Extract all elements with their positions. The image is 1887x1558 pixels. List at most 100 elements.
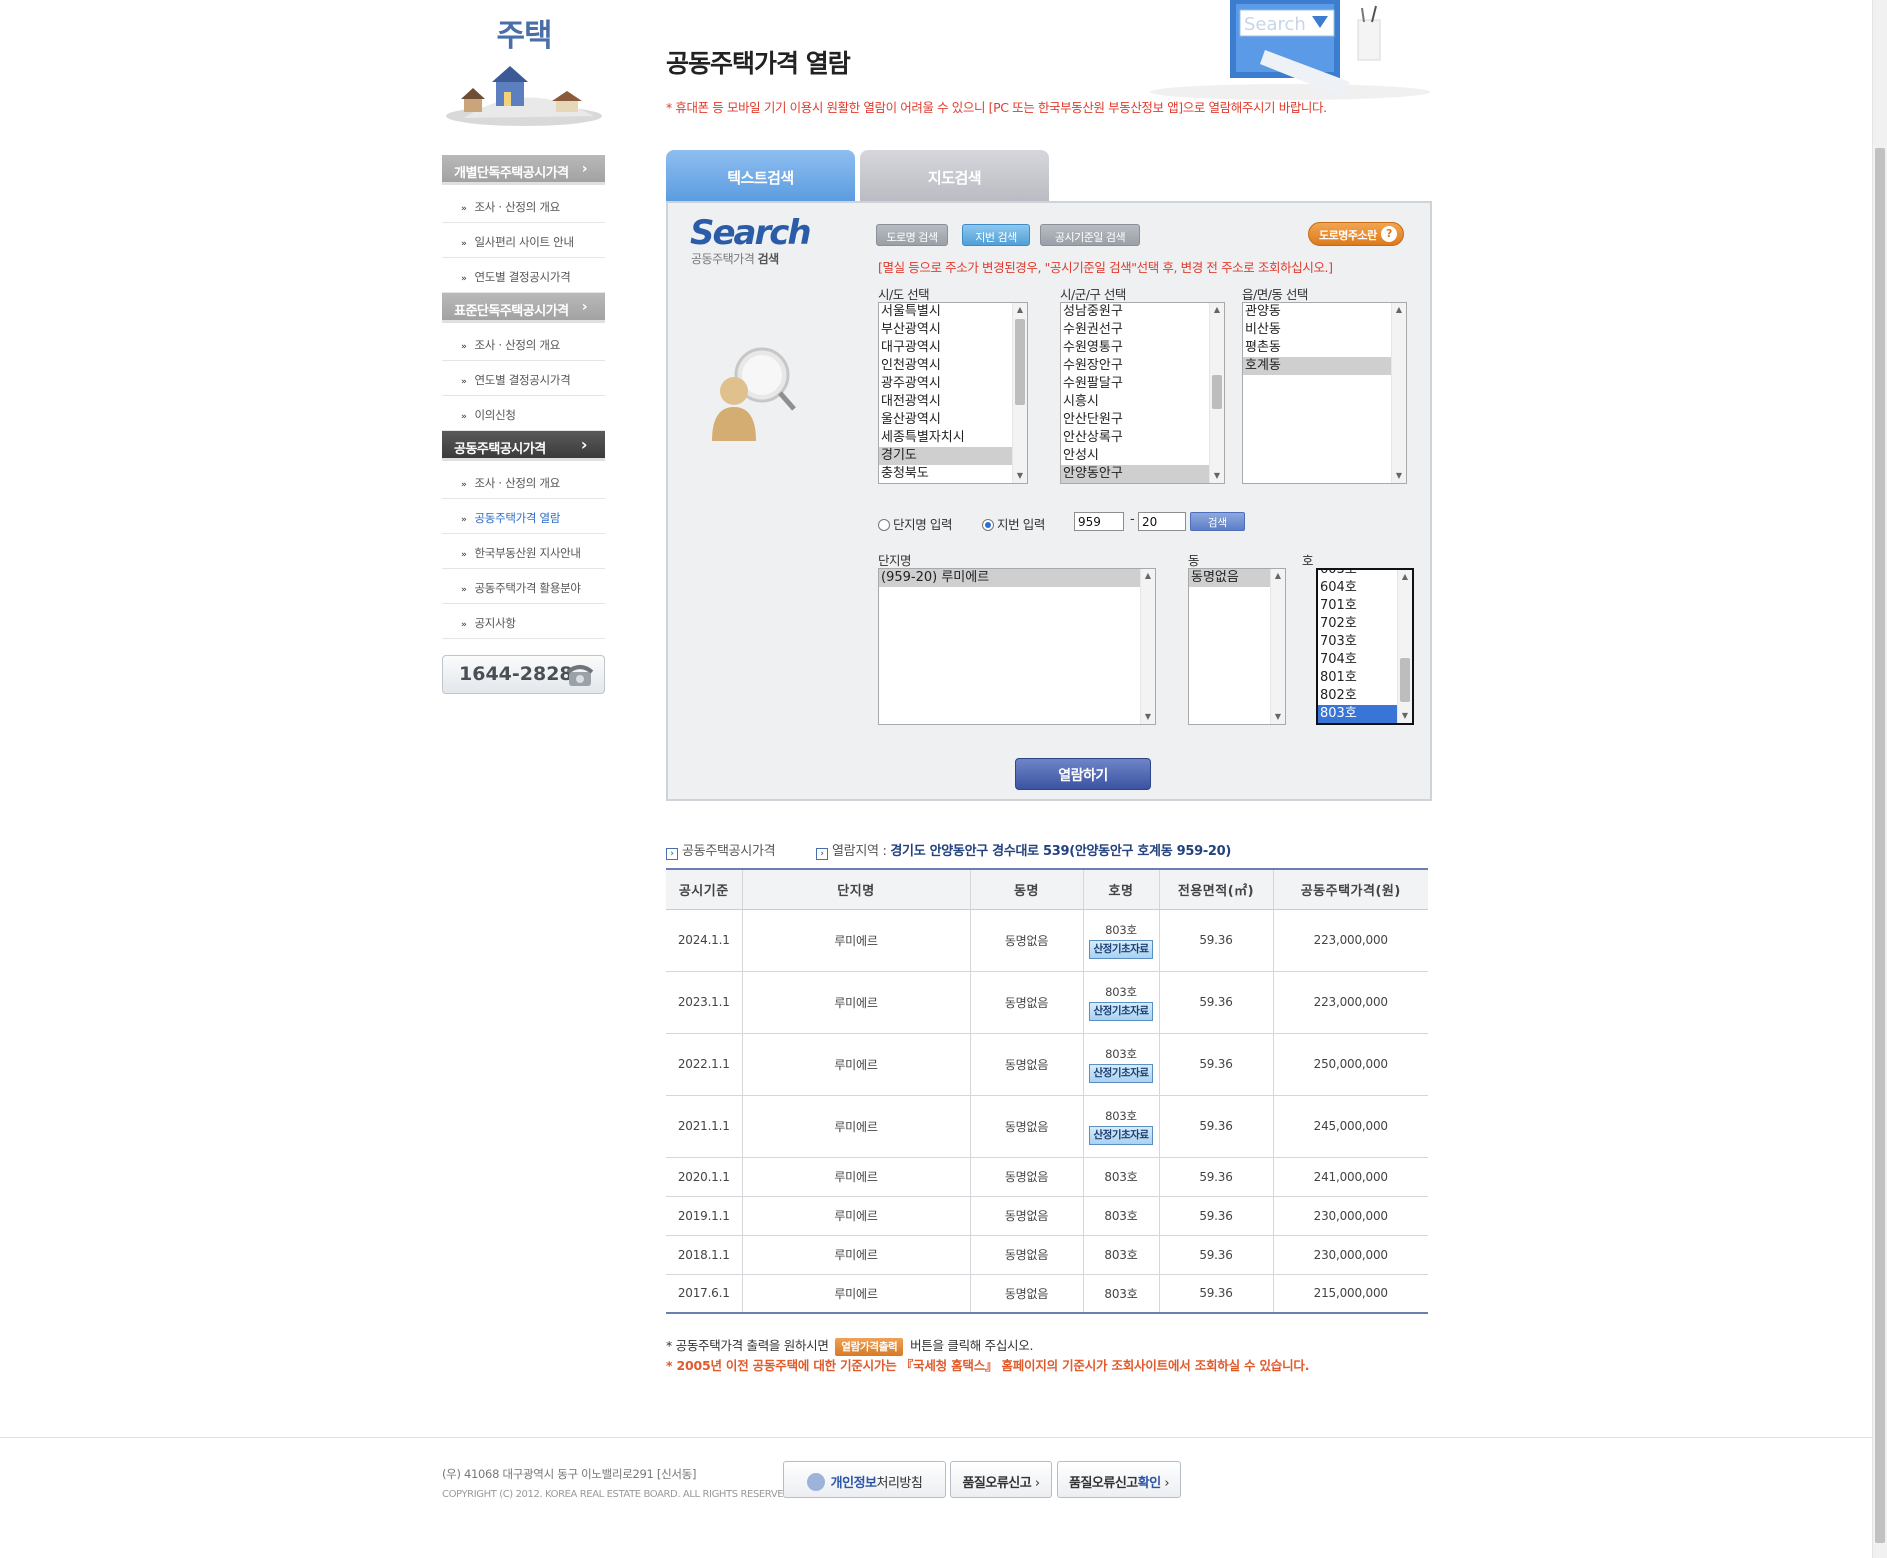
quality-error-check-button[interactable]: 품질오류신고확인 › bbox=[1057, 1461, 1181, 1498]
jibun-sub-input[interactable]: 20 bbox=[1138, 512, 1186, 531]
scroll-down-icon[interactable]: ▼ bbox=[1392, 469, 1406, 483]
sido-option[interactable]: 충청북도 bbox=[879, 465, 1027, 483]
scroll-down-icon[interactable]: ▼ bbox=[1398, 709, 1412, 723]
scrollbar-thumb[interactable] bbox=[1212, 375, 1222, 409]
sigungu-option[interactable]: 안양동안구 bbox=[1061, 465, 1224, 483]
view-price-button[interactable]: 열람하기 bbox=[1015, 758, 1151, 790]
cell-dong: 동명없음 bbox=[969, 1095, 1083, 1158]
sigungu-option[interactable]: 수원권선구 bbox=[1061, 321, 1224, 339]
scrollbar-thumb[interactable] bbox=[1015, 319, 1025, 405]
scroll-up-icon[interactable]: ▲ bbox=[1013, 303, 1027, 317]
menu-standard-house-price[interactable]: 표준단독주택공시가격 › bbox=[442, 293, 605, 323]
sigungu-option[interactable]: 안성시 bbox=[1061, 447, 1224, 465]
sido-option[interactable]: 부산광역시 bbox=[879, 321, 1027, 339]
jibun-main-input[interactable]: 959 bbox=[1074, 512, 1124, 531]
building-select[interactable]: 동명없음 ▲ ▼ bbox=[1188, 568, 1286, 725]
radio-button-selected[interactable] bbox=[982, 519, 994, 531]
road-name-search-button[interactable]: 도로명 검색 bbox=[876, 224, 948, 246]
menu-item-apartment-overview[interactable]: » 조사 · 산정의 개요 bbox=[442, 464, 605, 499]
menu-item-ilsapyeonri-guide[interactable]: » 일사편리 사이트 안내 bbox=[442, 223, 605, 258]
dong-option[interactable]: 비산동 bbox=[1243, 321, 1406, 339]
sido-select[interactable]: 서울특별시 부산광역시 대구광역시 인천광역시 광주광역시 대전광역시 울산광역시 세종특별자… bbox=[878, 302, 1028, 484]
sido-option[interactable]: 경기도 bbox=[879, 447, 1027, 465]
jibun-search-submit[interactable]: 검색 bbox=[1190, 512, 1245, 531]
menu-item-apartment-price-view[interactable]: » 공동주택가격 열람 bbox=[442, 499, 605, 534]
unit-select[interactable]: 603호 604호 701호 702호 703호 704호 801호 802호 803호 ▲ ▼ bbox=[1316, 568, 1414, 725]
print-price-button[interactable]: 열람가격출력 bbox=[835, 1338, 904, 1356]
window-scrollbar-thumb[interactable] bbox=[1875, 148, 1885, 1543]
sido-option[interactable]: 울산광역시 bbox=[879, 411, 1027, 429]
menu-individual-house-price[interactable]: 개별단독주택공시가격 › bbox=[442, 155, 605, 185]
table-row: 2019.1.1 루미에르 동명없음 803호 59.36 230,000,000 bbox=[666, 1196, 1428, 1236]
page-title: 공동주택가격 열람 bbox=[666, 49, 851, 78]
scroll-down-icon[interactable]: ▼ bbox=[1013, 469, 1027, 483]
basis-data-button[interactable]: 산정기초자료 bbox=[1089, 939, 1153, 959]
unit-scrollbar[interactable]: ▲ ▼ bbox=[1397, 570, 1412, 723]
sido-option[interactable]: 대구광역시 bbox=[879, 339, 1027, 357]
scroll-down-icon[interactable]: ▼ bbox=[1210, 469, 1224, 483]
scrollbar-thumb[interactable] bbox=[1400, 658, 1410, 702]
sido-scrollbar[interactable]: ▲ ▼ bbox=[1012, 303, 1027, 483]
footer-address: (우) 41068 대구광역시 동구 이노밸리로291 [신서동] bbox=[442, 1467, 697, 1481]
sigungu-option[interactable]: 시흥시 bbox=[1061, 393, 1224, 411]
search-panel: Search 공동주택가격 검색 도로명 검색 지번 검색 공시기준일 검색 도… bbox=[666, 201, 1432, 801]
tab-map-search[interactable]: 지도검색 bbox=[860, 150, 1049, 201]
privacy-policy-button[interactable]: 개인정보처리방침 bbox=[783, 1461, 946, 1498]
radio-danji-name[interactable]: 단지명 입력 bbox=[878, 514, 952, 533]
scroll-up-icon[interactable]: ▲ bbox=[1398, 570, 1412, 584]
sido-option[interactable]: 광주광역시 bbox=[879, 375, 1027, 393]
sigungu-scrollbar[interactable]: ▲ ▼ bbox=[1209, 303, 1224, 483]
dong-option[interactable]: 평촌동 bbox=[1243, 339, 1406, 357]
sido-option[interactable]: 세종특별자치시 bbox=[879, 429, 1027, 447]
scroll-up-icon[interactable]: ▲ bbox=[1271, 569, 1285, 583]
dong-option[interactable]: 관양동 bbox=[1243, 303, 1406, 321]
sido-option[interactable]: 대전광역시 bbox=[879, 393, 1027, 411]
sigungu-option[interactable]: 안산단원구 bbox=[1061, 411, 1224, 429]
radio-button[interactable] bbox=[878, 519, 890, 531]
window-scrollbar[interactable] bbox=[1872, 0, 1887, 1558]
scroll-down-icon[interactable]: ▼ bbox=[1271, 710, 1285, 724]
menu-item-label: 조사 · 산정의 개요 bbox=[474, 476, 561, 490]
menu-item-notice[interactable]: » 공지사항 bbox=[442, 604, 605, 639]
radio-jibun[interactable]: 지번 입력 bbox=[982, 514, 1045, 533]
scroll-up-icon[interactable]: ▲ bbox=[1210, 303, 1224, 317]
quality-error-report-button[interactable]: 품질오류신고 › bbox=[950, 1461, 1052, 1498]
jibun-search-button[interactable]: 지번 검색 bbox=[962, 224, 1030, 246]
sido-option[interactable]: 서울특별시 bbox=[879, 303, 1027, 321]
menu-item-price-usage[interactable]: » 공동주택가격 활용분야 bbox=[442, 569, 605, 604]
menu-item-standard-overview[interactable]: » 조사 · 산정의 개요 bbox=[442, 326, 605, 361]
sigungu-select[interactable]: 성남중원구 수원권선구 수원영통구 수원장안구 수원팔달구 시흥시 안산단원구 안산상록구 안성… bbox=[1060, 302, 1225, 484]
sido-option[interactable]: 인천광역시 bbox=[879, 357, 1027, 375]
menu-apartment-price[interactable]: 공동주택공시가격 › bbox=[442, 431, 605, 461]
basis-data-button[interactable]: 산정기초자료 bbox=[1089, 1001, 1153, 1021]
complex-scrollbar[interactable]: ▲ ▼ bbox=[1140, 569, 1155, 724]
building-scrollbar[interactable]: ▲ ▼ bbox=[1270, 569, 1285, 724]
print-notice: * 공동주택가격 출력을 원하시면 열람가격출력 버튼을 클릭해 주십시오. bbox=[666, 1335, 1033, 1356]
dong-option[interactable]: 호계동 bbox=[1243, 357, 1406, 375]
arrow-box-icon: › bbox=[666, 848, 678, 860]
dong-select[interactable]: 관양동 비산동 평촌동 호계동 ▲ ▼ bbox=[1242, 302, 1407, 484]
scroll-up-icon[interactable]: ▲ bbox=[1392, 303, 1406, 317]
arrow-box-icon: › bbox=[816, 848, 828, 860]
menu-item-standard-yearly-price[interactable]: » 연도별 결정공시가격 bbox=[442, 361, 605, 396]
sigungu-option[interactable]: 안산상록구 bbox=[1061, 429, 1224, 447]
sigungu-option[interactable]: 성남중원구 bbox=[1061, 303, 1224, 321]
sigungu-option[interactable]: 수원장안구 bbox=[1061, 357, 1224, 375]
scroll-down-icon[interactable]: ▼ bbox=[1141, 710, 1155, 724]
sigungu-option[interactable]: 수원영통구 bbox=[1061, 339, 1224, 357]
menu-item-objection[interactable]: » 이의신청 bbox=[442, 396, 605, 431]
complex-select[interactable]: (959-20) 루미에르 ▲ ▼ bbox=[878, 568, 1156, 725]
complex-option[interactable]: (959-20) 루미에르 bbox=[879, 569, 1155, 587]
menu-item-branch-info[interactable]: » 한국부동산원 지사안내 bbox=[442, 534, 605, 569]
scroll-up-icon[interactable]: ▲ bbox=[1141, 569, 1155, 583]
menu-item-individual-yearly-price[interactable]: » 연도별 결정공시가격 bbox=[442, 258, 605, 293]
tab-text-search[interactable]: 텍스트검색 bbox=[666, 150, 855, 201]
dong-scrollbar[interactable]: ▲ ▼ bbox=[1391, 303, 1406, 483]
basis-data-button[interactable]: 산정기초자료 bbox=[1089, 1125, 1153, 1145]
basis-data-button[interactable]: 산정기초자료 bbox=[1089, 1063, 1153, 1083]
question-icon: ? bbox=[1381, 226, 1397, 242]
menu-item-individual-overview[interactable]: » 조사 · 산정의 개요 bbox=[442, 188, 605, 223]
sigungu-option[interactable]: 수원팔달구 bbox=[1061, 375, 1224, 393]
date-search-button[interactable]: 공시기준일 검색 bbox=[1040, 224, 1140, 246]
road-address-help-button[interactable]: 도로명주소란 ? bbox=[1308, 222, 1404, 246]
